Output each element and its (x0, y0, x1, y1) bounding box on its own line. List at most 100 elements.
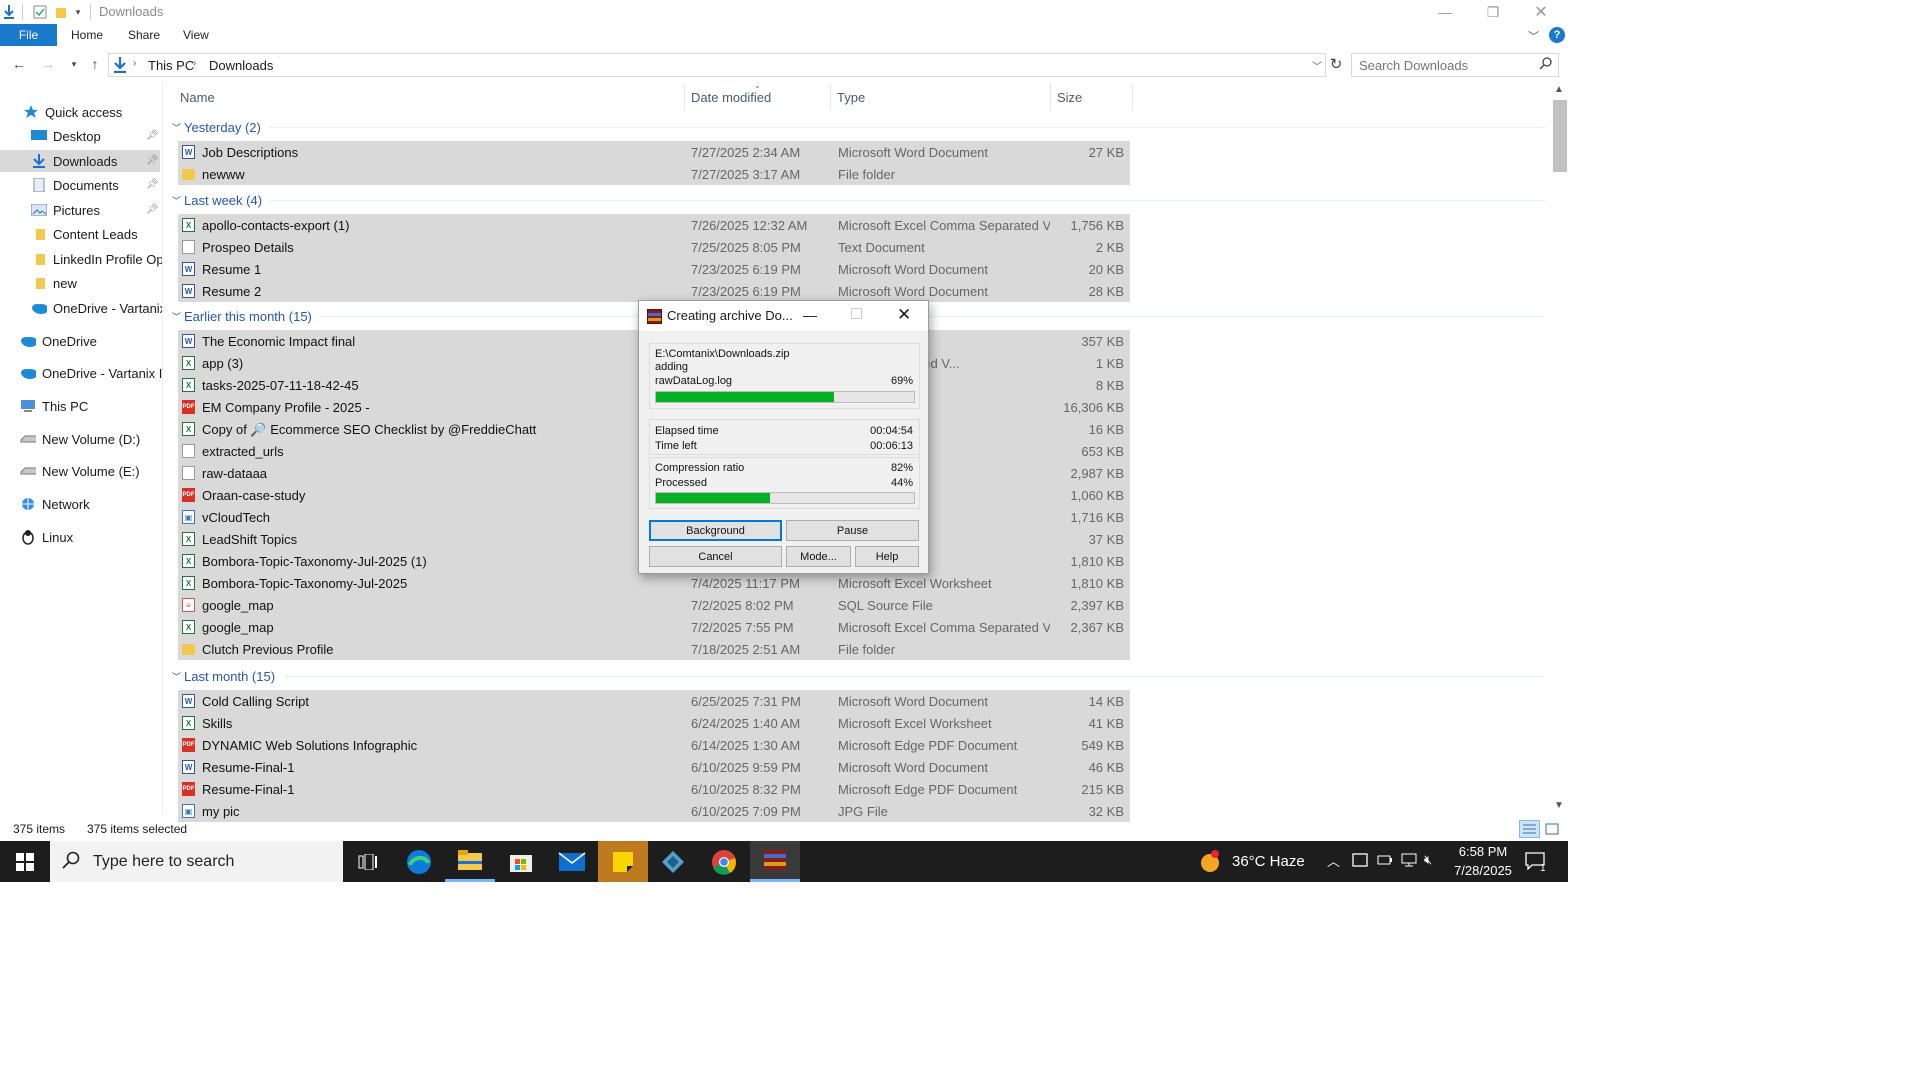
sidebar-item-documents[interactable]: Documents (31, 174, 119, 196)
vertical-scrollbar[interactable]: ▲ ▼ (1550, 84, 1568, 816)
file-row[interactable]: Xgoogle_map 7/2/2025 7:55 PM Microsoft Exc… (178, 616, 1130, 638)
pause-button[interactable]: Pause (786, 520, 919, 541)
file-row[interactable]: W Resume 2 7/23/2025 6:19 PM Microsoft Word… (178, 280, 1130, 302)
taskbar-search-box[interactable]: Type here to search (50, 841, 343, 882)
volume-muted-icon[interactable]: 🔇︎ (1424, 852, 1432, 868)
sidebar-item-content-leads[interactable]: Content Leads (31, 223, 138, 245)
sidebar-item-new[interactable]: new (31, 272, 77, 294)
app-diamond-icon[interactable] (648, 841, 698, 882)
file-row[interactable]: W Resume-Final-1 6/10/2025 9:59 PM Microsof… (178, 756, 1130, 778)
back-arrow-icon[interactable]: ← (9, 54, 29, 74)
sidebar-item-linux[interactable]: Linux (20, 526, 73, 548)
chevron-down-icon[interactable]: ﹀ (172, 121, 181, 134)
scroll-up-icon[interactable]: ▲ (1554, 84, 1564, 95)
recent-locations-icon[interactable]: ▾ (64, 54, 84, 74)
sidebar-item-network[interactable]: Network (20, 493, 90, 515)
chevron-down-icon[interactable]: ﹀ (1312, 58, 1322, 73)
forward-arrow-icon[interactable]: → (38, 54, 58, 74)
file-row[interactable]: Xapollo-contacts-export (1) 7/26/2025 12:… (178, 214, 1130, 236)
group-header[interactable]: ﹀ Yesterday (2) (170, 117, 1545, 137)
group-header[interactable]: ﹀ Last month (15) (170, 666, 1545, 686)
clock-date[interactable]: 7/28/2025 (1448, 863, 1518, 878)
sidebar-item-downloads[interactable]: Downloads (0, 150, 160, 172)
sidebar-item-linkedin-profile-opt[interactable]: LinkedIn Profile Opt (31, 248, 162, 270)
tab-share[interactable]: Share (114, 24, 174, 46)
pin-icon[interactable]: 📌︎ (146, 155, 159, 166)
clock-time[interactable]: 6:58 PM (1458, 844, 1508, 859)
sidebar-item-new-volume-d[interactable]: New Volume (D:) (20, 428, 140, 450)
details-view-icon[interactable] (1519, 820, 1540, 838)
tab-view[interactable]: View (169, 24, 223, 46)
sidebar-item-this-pc[interactable]: This PC (20, 395, 88, 417)
background-button[interactable]: Background (649, 520, 782, 541)
tab-file[interactable]: File (0, 24, 57, 46)
close-icon[interactable]: ✕ (897, 305, 911, 325)
cancel-button[interactable]: Cancel (649, 546, 782, 567)
sidebar-item-onedrive-vartanix[interactable]: OneDrive - Vartanix (31, 297, 162, 319)
chevron-up-icon[interactable]: ︿ (1327, 851, 1340, 870)
breadcrumb-this-pc[interactable]: This PC (148, 58, 194, 73)
column-name[interactable]: Name (180, 90, 215, 105)
scroll-thumb[interactable] (1553, 100, 1567, 172)
windows-start-icon[interactable] (0, 841, 50, 882)
sidebar-item-new-volume-e[interactable]: New Volume (E:) (20, 460, 140, 482)
file-explorer-icon[interactable] (445, 841, 495, 882)
file-row[interactable]: W Job Descriptions 7/27/2025 2:34 AM Micros… (178, 141, 1130, 163)
file-row[interactable]: newww 7/27/2025 3:17 AM File folder (178, 163, 1130, 185)
file-row[interactable]: ≡ google_map 7/2/2025 8:02 PM SQL Source Fi… (178, 594, 1130, 616)
column-date[interactable]: Date modified (691, 90, 771, 105)
search-icon[interactable] (1539, 57, 1552, 73)
task-view-icon[interactable] (343, 841, 393, 882)
address-bar[interactable]: › This PC › Downloads ﹀ (108, 53, 1326, 77)
column-size[interactable]: Size (1057, 90, 1082, 105)
scroll-down-icon[interactable]: ▼ (1554, 800, 1564, 811)
sticky-notes-icon[interactable] (598, 841, 648, 882)
chevron-down-icon[interactable]: ﹀ (172, 670, 181, 683)
file-row[interactable]: X Skills 6/24/2025 1:40 AM Microsoft Excel … (178, 712, 1130, 734)
chevron-down-icon[interactable]: ﹀ (172, 310, 181, 323)
file-row[interactable]: X Bombora-Topic-Taxonomy-Jul-2025 7/4/2025… (178, 572, 1130, 594)
sidebar-item-pictures[interactable]: Pictures (31, 199, 100, 221)
search-box[interactable] (1351, 53, 1559, 77)
search-input[interactable] (1352, 54, 1532, 76)
up-arrow-icon[interactable]: ↑ (85, 54, 105, 74)
properties-icon[interactable] (32, 4, 48, 20)
file-row[interactable]: Prospeo Details 7/25/2025 8:05 PM Text Doc… (178, 236, 1130, 258)
pin-icon[interactable]: 📌︎ (146, 179, 159, 190)
pin-icon[interactable]: 📌︎ (146, 204, 159, 215)
file-row[interactable]: PDF DYNAMIC Web Solutions Infographic 6/14… (178, 734, 1130, 756)
file-row[interactable]: W Resume 1 7/23/2025 6:19 PM Microsoft Word… (178, 258, 1130, 280)
group-header[interactable]: ﹀ Last week (4) (170, 190, 1545, 210)
battery-icon[interactable] (1377, 854, 1393, 869)
expand-ribbon-icon[interactable]: ﹀ (1528, 28, 1539, 44)
mode-button[interactable]: Mode... (786, 546, 851, 567)
weather-text[interactable]: 36°C Haze (1232, 853, 1305, 870)
large-icons-view-icon[interactable] (1545, 822, 1559, 839)
help-button[interactable]: Help (855, 546, 919, 567)
restore-icon[interactable]: ❐ (1470, 0, 1516, 24)
download-arrow-icon[interactable] (2, 4, 16, 20)
sidebar-item-onedrive-vartanix-ir[interactable]: OneDrive - Vartanix Ir (20, 362, 162, 384)
winrar-taskbar-icon[interactable] (750, 841, 800, 882)
tab-home[interactable]: Home (57, 24, 117, 46)
file-row[interactable]: W Cold Calling Script 6/25/2025 7:31 PM Mic… (178, 690, 1130, 712)
file-row[interactable]: Clutch Previous Profile 7/18/2025 2:51 AM… (178, 638, 1130, 660)
minimize-icon[interactable]: — (803, 307, 817, 323)
sidebar-item-desktop[interactable]: Desktop (31, 125, 101, 147)
customize-toolbar-icon[interactable]: ▾ (72, 4, 84, 20)
meet-now-icon[interactable] (1352, 852, 1368, 871)
network-status-icon[interactable] (1401, 853, 1417, 870)
refresh-icon[interactable]: ↻ (1326, 54, 1346, 74)
weather-icon[interactable] (1198, 849, 1222, 876)
column-type[interactable]: Type (837, 90, 865, 105)
help-icon[interactable]: ? (1549, 27, 1565, 43)
new-folder-icon[interactable] (54, 4, 68, 20)
minimize-icon[interactable]: — (1422, 0, 1468, 24)
chrome-icon[interactable] (699, 841, 749, 882)
edge-browser-icon[interactable] (394, 841, 444, 882)
sidebar-item-onedrive[interactable]: OneDrive (20, 330, 97, 352)
pin-icon[interactable]: 📌︎ (146, 130, 159, 141)
sidebar-item-quick-access[interactable]: Quick access (23, 101, 122, 123)
chevron-down-icon[interactable]: ﹀ (172, 194, 181, 207)
file-row[interactable]: PDF Resume-Final-1 6/10/2025 8:32 PM Micros… (178, 778, 1130, 800)
